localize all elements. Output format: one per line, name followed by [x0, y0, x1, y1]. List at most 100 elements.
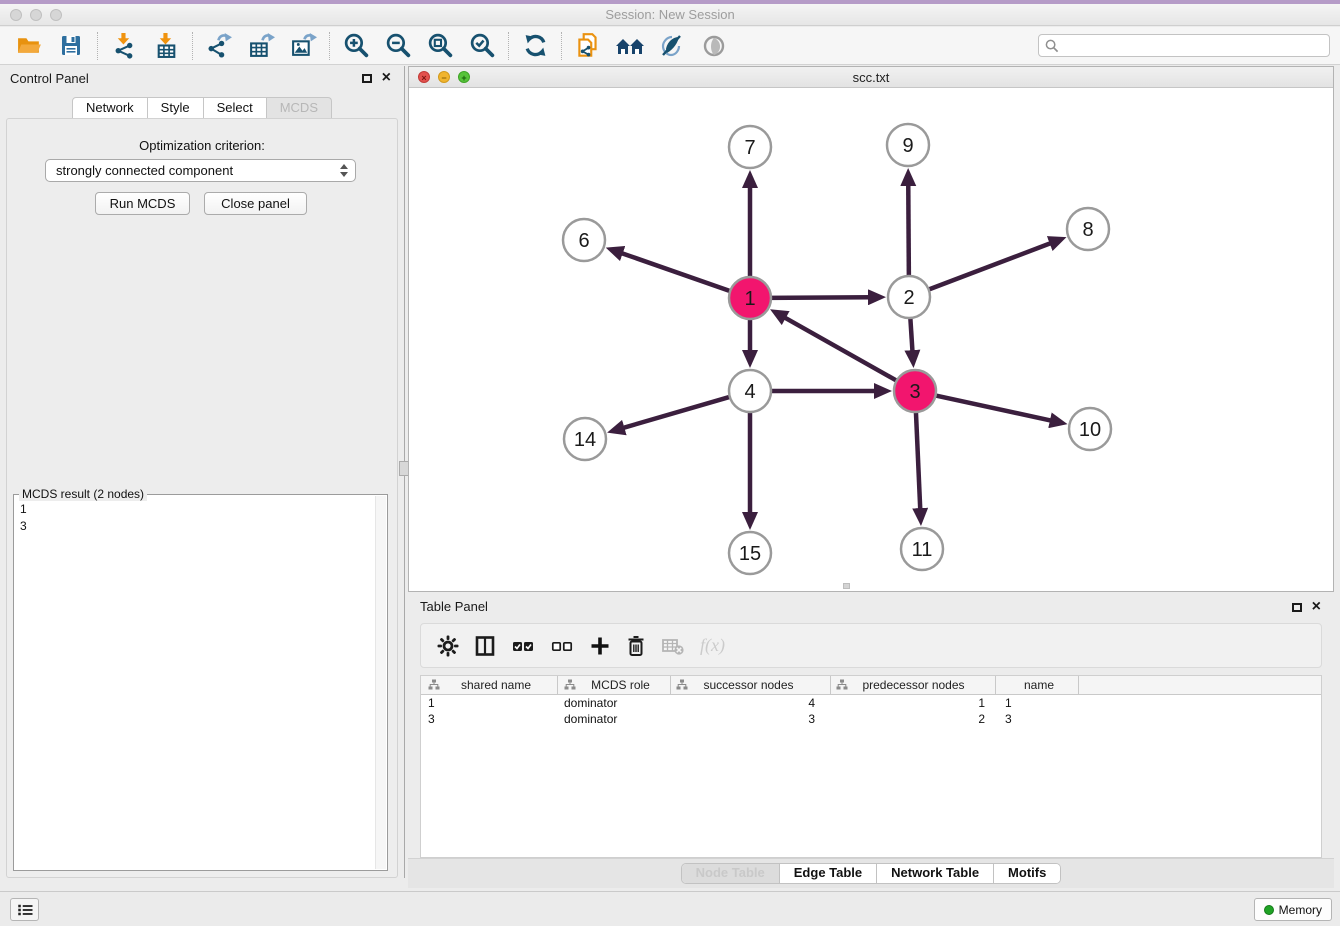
graph-node-label: 3 [909, 381, 920, 403]
eye-icon [700, 33, 728, 59]
zoom-out-button[interactable] [377, 29, 419, 63]
column-header-predecessor-nodes[interactable]: predecessor nodes [831, 676, 996, 694]
tab-style[interactable]: Style [148, 97, 204, 119]
export-table-button[interactable] [240, 29, 282, 63]
tab-motifs[interactable]: Motifs [993, 864, 1060, 883]
graph-edge[interactable] [910, 316, 912, 354]
delete-table-icon[interactable] [661, 635, 685, 657]
clone-network-icon [574, 32, 602, 60]
close-panel-button[interactable]: Close panel [204, 192, 307, 215]
graph-node-label: 1 [744, 288, 755, 310]
import-table-icon [153, 32, 180, 59]
search-icon [1045, 39, 1059, 53]
cell-predecessor-nodes[interactable]: 1 [831, 696, 996, 710]
tab-edge-table[interactable]: Edge Table [779, 864, 876, 883]
graph-edge[interactable] [782, 316, 898, 382]
zoom-out-icon [385, 32, 412, 59]
table-tab-group: Node Table Edge Table Network Table Moti… [681, 863, 1062, 884]
select-all-icon[interactable] [511, 635, 535, 657]
close-table-panel-icon[interactable]: × [1312, 601, 1321, 613]
tab-network-table[interactable]: Network Table [876, 864, 993, 883]
tab-select[interactable]: Select [204, 97, 267, 119]
status-bar: Memory [0, 891, 1340, 926]
tab-mcds[interactable]: MCDS [267, 97, 332, 119]
network-view-window: × − + scc.txt 7968124314101511 [408, 66, 1334, 592]
cell-successor-nodes[interactable]: 4 [671, 696, 831, 710]
cell-shared-name[interactable]: 1 [421, 696, 558, 710]
show-columns-icon[interactable] [474, 635, 496, 657]
table-row[interactable]: 3 dominator 3 2 3 [421, 711, 1321, 727]
table-row[interactable]: 1 dominator 4 1 1 [421, 695, 1321, 711]
column-header-shared-name[interactable]: shared name [421, 676, 558, 694]
search-field[interactable] [1038, 34, 1330, 57]
cell-shared-name[interactable]: 3 [421, 712, 558, 726]
show-graphics-details-button[interactable] [693, 29, 735, 63]
graph-edge[interactable] [769, 297, 872, 298]
zoom-selected-button[interactable] [461, 29, 503, 63]
export-network-button[interactable] [198, 29, 240, 63]
show-hide-style-button[interactable] [651, 29, 693, 63]
app-title: Session: New Session [0, 7, 1340, 22]
apply-layout-button[interactable] [514, 29, 556, 63]
cell-predecessor-nodes[interactable]: 2 [831, 712, 996, 726]
graph-edge[interactable] [621, 396, 732, 428]
cell-name[interactable]: 3 [996, 712, 1079, 726]
search-input[interactable] [1063, 39, 1323, 53]
delete-row-icon[interactable] [626, 635, 646, 657]
cell-successor-nodes[interactable]: 3 [671, 712, 831, 726]
import-network-button[interactable] [103, 29, 145, 63]
cell-mcds-role[interactable]: dominator [558, 712, 671, 726]
task-history-button[interactable] [10, 898, 39, 921]
import-table-button[interactable] [145, 29, 187, 63]
column-header-name[interactable]: name [996, 676, 1079, 694]
network-graph[interactable]: 7968124314101511 [409, 89, 1333, 592]
deselect-all-icon[interactable] [550, 635, 574, 657]
control-panel-tabs: Network Style Select MCDS [0, 97, 404, 119]
import-network-icon [111, 32, 138, 59]
home-icon [615, 33, 645, 59]
float-panel-icon[interactable] [362, 74, 372, 83]
table-panel-tab-strip: Node Table Edge Table Network Table Moti… [408, 858, 1334, 888]
function-builder-icon[interactable]: f(x) [700, 635, 725, 656]
table-panel: Table Panel × [408, 595, 1334, 888]
network-window-title: scc.txt [409, 70, 1333, 85]
graph-node-label: 6 [578, 230, 589, 252]
mcds-result-text[interactable]: 1 3 [20, 501, 27, 535]
clone-network-button[interactable] [567, 29, 609, 63]
graph-edge[interactable] [927, 242, 1054, 290]
zoom-fit-button[interactable] [419, 29, 461, 63]
graph-edge[interactable] [908, 182, 909, 278]
network-canvas[interactable]: 7968124314101511 [409, 89, 1333, 591]
export-image-button[interactable] [282, 29, 324, 63]
open-session-button[interactable] [8, 29, 50, 63]
close-panel-icon[interactable]: × [382, 72, 391, 84]
settings-gear-icon[interactable] [437, 635, 459, 657]
cell-name[interactable]: 1 [996, 696, 1079, 710]
column-header-successor-nodes[interactable]: successor nodes [671, 676, 831, 694]
table-panel-title: Table Panel [420, 599, 488, 614]
graph-edge[interactable] [916, 410, 921, 512]
save-session-button[interactable] [50, 29, 92, 63]
graph-edge[interactable] [934, 395, 1054, 421]
run-mcds-button[interactable]: Run MCDS [95, 192, 190, 215]
node-table: shared name MCDS role successor nodes pr… [420, 675, 1322, 858]
memory-status-icon [1264, 905, 1274, 915]
export-network-icon [206, 32, 233, 59]
graph-edge[interactable] [619, 252, 732, 292]
column-header-mcds-role[interactable]: MCDS role [558, 676, 671, 694]
home-button[interactable] [609, 29, 651, 63]
export-table-icon [248, 32, 275, 59]
criterion-select[interactable]: strongly connected component [45, 159, 356, 182]
window-resize-grip[interactable] [843, 583, 850, 589]
network-window-titlebar[interactable]: × − + scc.txt [409, 67, 1333, 88]
result-scrollbar[interactable] [375, 496, 386, 869]
add-row-icon[interactable] [589, 635, 611, 657]
float-table-panel-icon[interactable] [1292, 603, 1302, 612]
zoom-in-button[interactable] [335, 29, 377, 63]
cell-mcds-role[interactable]: dominator [558, 696, 671, 710]
tab-node-table[interactable]: Node Table [682, 864, 779, 883]
mcds-result-title: MCDS result (2 nodes) [19, 487, 147, 501]
column-tree-icon [564, 679, 576, 691]
tab-network[interactable]: Network [72, 97, 148, 119]
memory-button[interactable]: Memory [1254, 898, 1332, 921]
